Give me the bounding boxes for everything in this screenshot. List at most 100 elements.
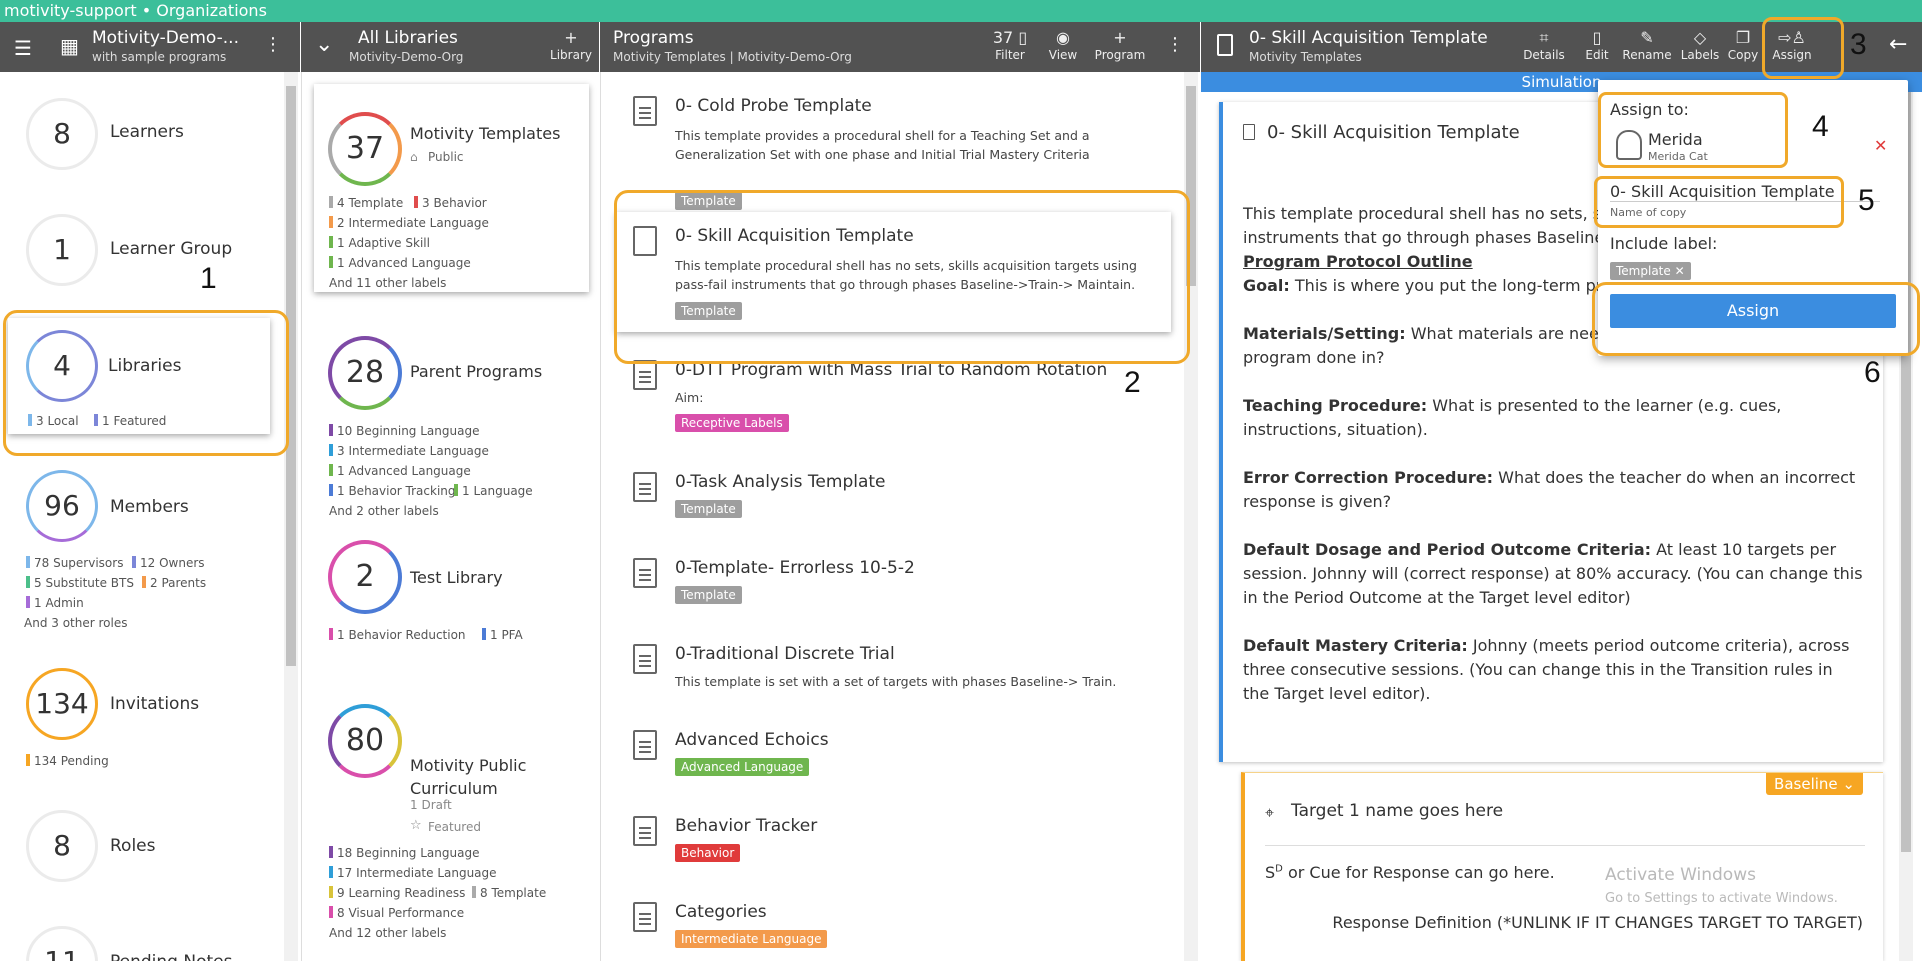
invitations-count-ring[interactable]: 134 (26, 668, 98, 740)
pending-notes-label[interactable]: Pending Notes (110, 952, 232, 961)
filter-button[interactable]: 37 ▯ Filter (990, 28, 1030, 62)
detail-subtitle: Motivity Templates (1249, 50, 1362, 64)
more-roles-text: And 3 other roles (24, 616, 128, 630)
library-item-test-library[interactable]: 2 Test Library 1 Behavior Reduction 1 PF… (314, 532, 589, 662)
label-tag: 1 Language (454, 484, 533, 498)
label-chip: Behavior (675, 844, 741, 862)
document-icon (1243, 124, 1255, 140)
back-arrow-icon[interactable]: ← (1889, 32, 1907, 57)
program-item-traditional-discrete-trial[interactable]: 0-Traditional Discrete Trial This templa… (625, 644, 1175, 704)
program-item-behavior-tracker[interactable]: Behavior Tracker Behavior (625, 816, 1175, 876)
members-label[interactable]: Members (110, 497, 189, 517)
eye-icon: ◉ (1056, 28, 1070, 47)
program-item-task-analysis[interactable]: 0-Task Analysis Template Template (625, 472, 1175, 532)
label-tag: 1 Admin (26, 596, 84, 610)
chip-remove-icon[interactable]: ✕ (1675, 264, 1685, 278)
more-labels-text: And 11 other labels (329, 276, 447, 290)
highlight-assign-submit (1592, 282, 1920, 356)
document-icon (1217, 34, 1233, 56)
lock-open-icon: ⌂ (410, 150, 418, 164)
edit-button[interactable]: ▯ Edit (1577, 28, 1617, 62)
program-item-errorless[interactable]: 0-Template- Errorless 10-5-2 Template (625, 558, 1175, 618)
document-icon (633, 472, 657, 502)
programs-subtitle: Motivity Templates | Motivity-Demo-Org (613, 50, 852, 64)
program-count: 37 (992, 28, 1014, 47)
window-title-bar: motivity-support • Organizations (0, 0, 1922, 22)
learners-label[interactable]: Learners (110, 122, 184, 142)
label-tag: 1 Adaptive Skill (329, 236, 430, 250)
label-tag: 1 Advanced Language (329, 464, 471, 478)
org-stats-column: 8 Learners 1 Learner Group 4 Libraries 3… (0, 72, 300, 961)
label-tag: 5 Substitute BTS (26, 576, 134, 590)
label-chip: Template (675, 500, 742, 518)
target-name: Target 1 name goes here (1291, 801, 1504, 821)
label-chip: Advanced Language (675, 758, 810, 776)
phase-badge[interactable]: Baseline ⌄ (1766, 773, 1863, 795)
library-card-motivity-templates[interactable]: 37 Motivity Templates ⌂ Public 4 Templat… (314, 84, 589, 292)
watermark-line1: Activate Windows (1605, 865, 1756, 885)
learners-count-ring[interactable]: 8 (26, 98, 98, 170)
learner-group-label[interactable]: Learner Group (110, 239, 232, 259)
edit-icon: ▯ (1592, 28, 1602, 47)
libraries-title: All Libraries (358, 28, 458, 48)
document-icon (633, 644, 657, 674)
label-chip: Receptive Labels (675, 414, 789, 432)
featured-text: Featured (428, 820, 481, 834)
scrollbar[interactable] (284, 72, 298, 961)
library-name: Motivity Templates (410, 124, 561, 143)
template-chip[interactable]: Template ✕ (1610, 262, 1691, 280)
library-item-motivity-public-curriculum[interactable]: 80 Motivity Public Curriculum 1 Draft ☆ … (314, 680, 589, 880)
programs-title: Programs (613, 28, 694, 48)
program-item-advanced-echoics[interactable]: Advanced Echoics Advanced Language (625, 730, 1175, 790)
star-icon: ☆ (410, 818, 422, 833)
label-tag: 3 Behavior (414, 196, 487, 210)
learner-group-count-ring[interactable]: 1 (26, 214, 98, 286)
label-tag: 2 Intermediate Language (329, 216, 489, 230)
library-count-ring: 37 (328, 112, 402, 186)
libraries-column: 37 Motivity Templates ⌂ Public 4 Templat… (301, 72, 599, 961)
chevron-down-icon[interactable]: ⌄ (315, 32, 333, 57)
add-program-button[interactable]: + Program (1090, 28, 1150, 62)
rename-button[interactable]: ✎ Rename (1619, 28, 1675, 62)
program-item-dtt-mass-trial[interactable]: 0-DTT Program with Mass Trial to Random … (625, 360, 1175, 450)
program-item-cold-probe[interactable]: 0- Cold Probe Template This template pro… (625, 96, 1175, 210)
org-more-icon[interactable]: ⋮ (264, 34, 282, 55)
callout-5: 5 (1858, 184, 1875, 217)
label-chip: Template (675, 586, 742, 604)
document-icon (633, 558, 657, 588)
plus-icon: + (564, 28, 578, 47)
invitations-label[interactable]: Invitations (110, 694, 199, 714)
menu-icon[interactable]: ☰ (14, 36, 32, 60)
programs-header: Programs Motivity Templates | Motivity-D… (600, 22, 1200, 72)
document-icon (633, 96, 657, 126)
document-icon (633, 360, 657, 390)
labels-button[interactable]: ◇ Labels (1677, 28, 1723, 62)
more-labels-text: And 2 other labels (329, 504, 439, 518)
view-button[interactable]: ◉ View (1043, 28, 1083, 62)
window-title: motivity-support • Organizations (4, 1, 267, 20)
close-icon[interactable]: ✕ (1874, 136, 1887, 155)
callout-4: 4 (1812, 110, 1829, 143)
highlight-program-card (614, 190, 1190, 364)
add-library-button[interactable]: + Library (549, 28, 593, 62)
members-count-ring[interactable]: 96 (26, 470, 98, 542)
response-definition: Response Definition (*UNLINK IF IT CHANG… (1332, 913, 1863, 932)
highlight-copy-name (1594, 176, 1844, 228)
libraries-header: ⌄ All Libraries Motivity-Demo-Org + Libra… (301, 22, 599, 72)
programs-more-icon[interactable]: ⋮ (1166, 34, 1184, 55)
library-count-ring: 28 (328, 336, 402, 410)
label-icon: ◇ (1693, 28, 1707, 47)
roles-count-ring[interactable]: 8 (26, 810, 98, 882)
program-item-categories[interactable]: Categories Intermediate Language (625, 902, 1175, 961)
library-item-parent-programs[interactable]: 28 Parent Programs 10 Beginning Language… (314, 312, 589, 518)
plus-icon: + (1113, 28, 1127, 47)
highlight-assign-button (1762, 17, 1844, 79)
label-tag: 1 Behavior Reduction (329, 628, 466, 642)
details-button[interactable]: ⌗ Details (1521, 28, 1567, 62)
pending-notes-count-ring[interactable]: 11 (26, 926, 98, 961)
roles-label[interactable]: Roles (110, 836, 156, 856)
org-name[interactable]: Motivity-Demo-... (92, 28, 239, 48)
target-card: Baseline ⌄ ⌖ Target 1 name goes here SD … (1241, 772, 1883, 961)
label-tag: 1 Advanced Language (329, 256, 471, 270)
copy-button[interactable]: ❐ Copy (1723, 28, 1763, 62)
